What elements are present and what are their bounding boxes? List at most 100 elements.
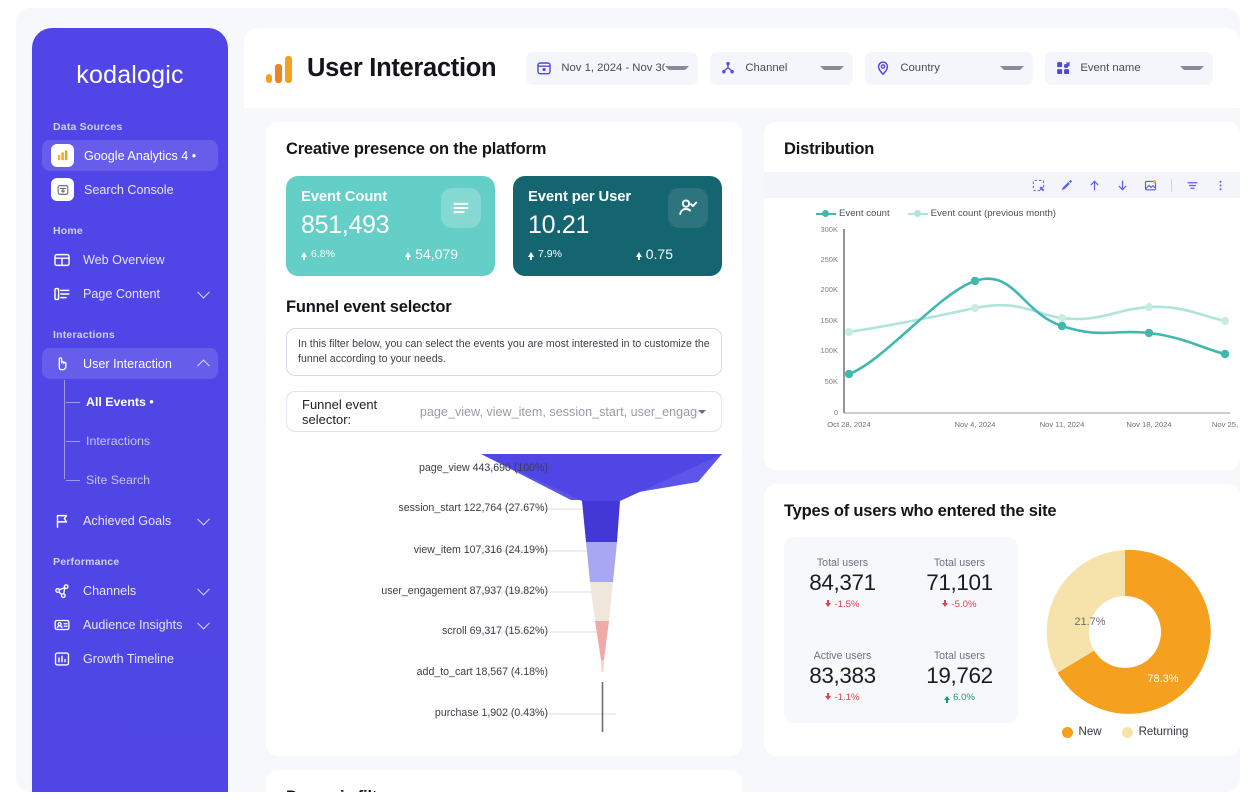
chevron-down-icon[interactable] [197,616,210,630]
funnel-label-add-to-cart: add_to_cart 18,567 (4.18%) [416,666,548,679]
flag-icon [51,510,73,532]
sidebar-item-search-console[interactable]: Search Console [42,174,218,205]
user-type-donut-chart: 21.7% 78.3% New Returning [1030,537,1220,738]
distribution-line-chart: 300K 250K 200K 150K 100K 50K 0 Oct 28, 2… [764,221,1240,456]
more-options-icon[interactable] [1213,178,1228,193]
sidebar-section-interactions: Interactions [53,329,115,341]
kpi-card-event-per-user[interactable]: Event per User 10.21 7.9% 0.75 [513,176,722,276]
chevron-down-icon[interactable] [197,512,210,526]
sidebar-subitem-site-search[interactable]: Site Search [66,460,218,499]
audience-icon [51,614,73,636]
user-types-title: Types of users who entered the site [784,502,1057,520]
grid-icon [1054,60,1071,77]
dynamic-filters-panel: Dynamic filters [266,770,742,792]
sidebar-item-channels[interactable]: Channels [42,575,218,606]
dynamic-filters-title: Dynamic filters [286,788,722,792]
sidebar-item-growth-timeline[interactable]: Growth Timeline [42,643,218,674]
user-stats-grid: Total users 84,371 -1.5% Total users 71,… [784,537,1018,723]
bar-chart-icon [51,144,74,167]
svg-text:150K: 150K [820,316,838,325]
pencil-icon[interactable] [1059,178,1074,193]
sidebar-item-page-content[interactable]: Page Content [42,278,218,309]
kpi-delta-abs: 54,079 [405,246,480,262]
funnel-selector-value: page_view, view_item, session_start, use… [419,404,698,419]
share-icon [51,580,73,602]
funnel-event-selector[interactable]: Funnel event selector: page_view, view_i… [286,391,722,433]
chevron-down-icon[interactable] [1180,66,1205,70]
chevron-down-icon[interactable] [1000,66,1025,70]
main-content: Creative presence on the platform Event … [244,108,1240,792]
sidebar-item-label: Page Content [83,286,161,301]
chevron-down-icon[interactable] [698,409,706,414]
arrow-up-icon[interactable] [1087,178,1102,193]
svg-text:50K: 50K [825,377,838,386]
legend-label: New [1078,726,1102,738]
donut-svg: 21.7% 78.3% [1046,549,1211,714]
country-value: Country [900,62,940,74]
date-range-filter[interactable]: Nov 1, 2024 - Nov 30, 202‹ [526,51,699,85]
event-name-filter[interactable]: Event name [1045,51,1214,85]
header-filters: Nov 1, 2024 - Nov 30, 202‹ Channel [526,51,1214,85]
country-filter[interactable]: Country [865,51,1034,85]
sidebar-item-achieved-goals[interactable]: Achieved Goals [42,505,218,536]
channel-filter[interactable]: Channel [710,51,854,85]
line-chart-svg: 300K 250K 200K 150K 100K 50K 0 Oct 28, 2… [820,225,1238,429]
kpi-card-event-count[interactable]: Event Count 851,493 6.8% 54,079 [286,176,495,276]
select-icon[interactable] [1031,178,1046,193]
svg-text:200K: 200K [820,285,838,294]
sidebar-item-label: User Interaction [83,356,172,371]
legend-event-count[interactable]: Event count [816,208,890,219]
chevron-down-icon[interactable] [665,66,690,70]
chart-legend: Event count Event count (previous month) [764,198,1240,219]
stat-value: 19,762 [926,663,993,688]
stat-delta: -5.0% [901,599,1018,610]
sidebar-subitem-all-events[interactable]: All Events • [66,382,218,421]
sidebar-subnav-user-interaction: All Events • Interactions Site Search [42,380,218,499]
user-stat-total-users-2: Total users 71,101 -5.0% [901,557,1018,610]
image-export-icon[interactable] [1143,178,1158,193]
user-types-panel: Types of users who entered the site Tota… [764,484,1240,756]
stat-delta: 6.0% [901,692,1018,704]
sidebar-item-label: Google Analytics 4 • [84,148,197,163]
funnel-label-page-view: page_view 443,690 (100%) [419,462,548,475]
user-check-icon [668,188,708,228]
filter-icon[interactable] [1185,178,1200,193]
sidebar-item-label: Web Overview [83,252,165,267]
funnel-label-session-start: session_start 122,764 (27.67%) [398,502,548,515]
sidebar-item-audience-insights[interactable]: Audience Insights [42,609,218,640]
svg-text:100K: 100K [820,346,838,355]
donut-legend: New Returning [1030,726,1220,738]
stat-value: 84,371 [809,570,876,595]
legend-event-count-previous[interactable]: Event count (previous month) [907,208,1056,219]
svg-text:Nov 25,: Nov 25, [1212,420,1238,429]
sidebar-nav: Data Sources Google Analytics 4 • Search… [32,121,228,674]
sidebar-item-user-interaction[interactable]: User Interaction [42,348,218,379]
funnel-label-purchase: purchase 1,902 (0.43%) [434,707,548,720]
sidebar-item-label: Audience Insights [83,617,183,632]
donut-legend-returning[interactable]: Returning [1121,726,1189,738]
kpi-cards: Event Count 851,493 6.8% 54,079 Event pe… [286,176,722,276]
sidebar-item-google-analytics[interactable]: Google Analytics 4 • [42,140,218,171]
sidebar-item-web-overview[interactable]: Web Overview [42,244,218,275]
svg-text:250K: 250K [820,255,838,264]
user-types-body: Total users 84,371 -1.5% Total users 71,… [784,537,1220,738]
user-stat-total-users-3: Total users 19,762 6.0% [901,650,1018,704]
stat-delta: -1.1% [784,692,901,703]
stat-label: Total users [933,557,986,569]
arrow-down-icon[interactable] [1115,178,1130,193]
chevron-up-icon[interactable] [197,358,210,372]
donut-legend-new[interactable]: New [1061,726,1102,738]
google-analytics-icon [266,53,295,83]
funnel-hint-text: In this filter below, you can select the… [286,328,722,377]
app-window: kodalogic Data Sources Google Analytics … [16,8,1240,792]
chevron-down-icon[interactable] [197,582,210,596]
legend-label: Event count (previous month) [930,208,1056,219]
chevron-down-icon[interactable] [197,285,210,299]
stat-value: 71,101 [926,570,993,595]
donut-label-returning: 21.7% [1074,616,1105,628]
user-stat-active-users: Active users 83,383 -1.1% [784,650,901,703]
distribution-title: Distribution [784,140,875,158]
sidebar-subitem-interactions[interactable]: Interactions [66,421,218,460]
chevron-down-icon[interactable] [820,66,845,70]
legend-label: Returning [1138,726,1189,738]
